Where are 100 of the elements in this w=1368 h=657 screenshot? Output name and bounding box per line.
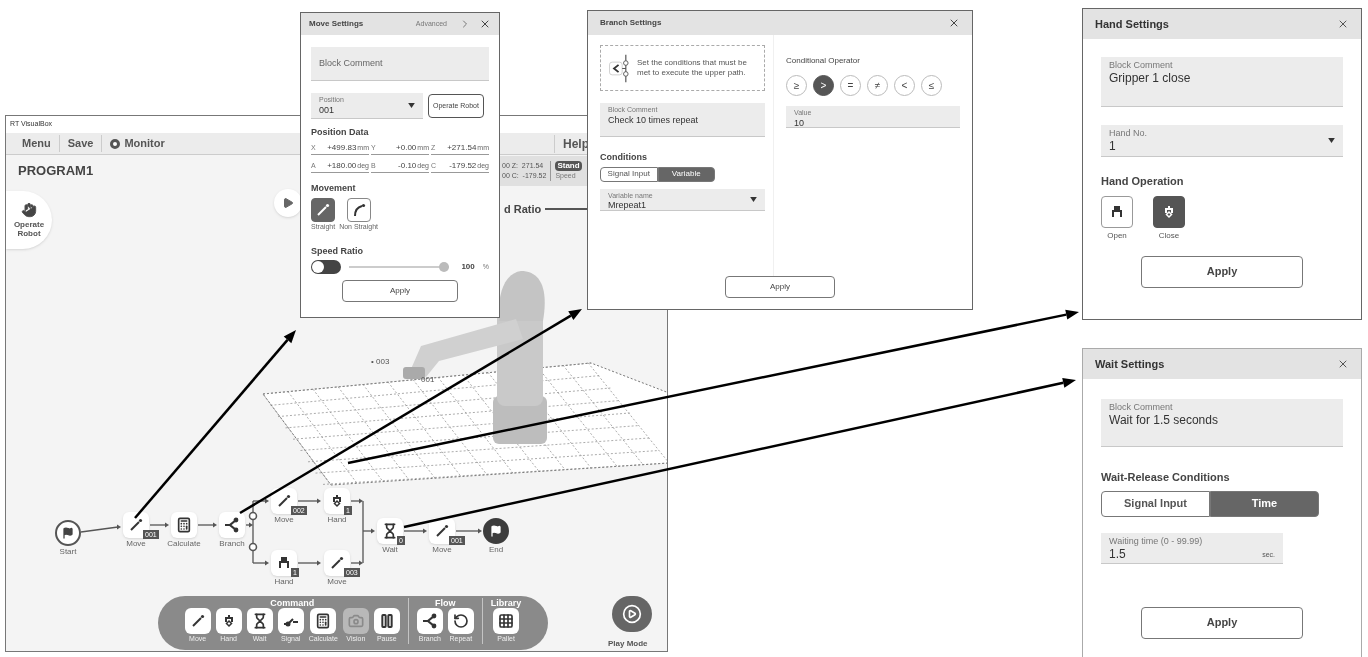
input-field[interactable]: Block Comment Wait for 1.5 seconds xyxy=(1101,399,1343,447)
branch-icon xyxy=(224,517,240,533)
section-title: Movement xyxy=(311,181,357,195)
start-node[interactable] xyxy=(55,520,81,546)
diagonal-arrow-icon xyxy=(329,555,345,571)
operator-option[interactable]: > xyxy=(813,75,834,96)
position-marker: • 003 xyxy=(371,356,390,368)
connector-arrow xyxy=(350,498,363,504)
field-value: 001 xyxy=(319,104,336,116)
program-block[interactable] xyxy=(219,512,245,538)
close-button[interactable] xyxy=(1337,18,1349,30)
play-icon xyxy=(282,197,294,209)
connector-arrow xyxy=(149,522,169,528)
field-label: Block Comment xyxy=(1109,60,1174,72)
program-block[interactable] xyxy=(171,512,197,538)
palette-group-title: Library xyxy=(490,598,522,608)
placeholder-text: Block Comment xyxy=(319,56,383,70)
dropdown-triangle-icon xyxy=(1328,138,1335,143)
hint-text: Set the conditions that must be met to execute the upper path. xyxy=(637,58,748,78)
field-value: Wait for 1.5 seconds xyxy=(1109,413,1219,429)
mode-badge: Stand xyxy=(555,161,582,171)
program-block[interactable] xyxy=(377,518,403,544)
operator-option[interactable]: ≤ xyxy=(921,75,942,96)
operator-option[interactable]: = xyxy=(840,75,861,96)
condition-tab[interactable]: Signal Input xyxy=(1101,490,1210,517)
connector-arrow xyxy=(350,560,363,566)
operator-option[interactable]: ≠ xyxy=(867,75,888,96)
connector-arrow xyxy=(197,522,217,528)
field-value: Gripper 1 close xyxy=(1109,71,1192,87)
menu-item[interactable]: Menu xyxy=(22,135,51,152)
grid-icon xyxy=(498,613,515,629)
connector-arrow xyxy=(455,528,482,534)
apply-button[interactable]: Apply xyxy=(725,276,835,298)
program-block[interactable] xyxy=(271,550,297,576)
block-comment-field[interactable]: Block Comment xyxy=(311,47,489,81)
play-icon xyxy=(622,604,642,624)
connector-arrow xyxy=(297,498,321,504)
section-title: Wait-Release Conditions xyxy=(1101,470,1231,485)
condition-tab[interactable]: Time xyxy=(1210,490,1319,517)
flag-icon xyxy=(62,527,74,539)
section-title: Conditions xyxy=(600,151,648,164)
close-icon xyxy=(948,17,960,29)
connector-arrow xyxy=(403,528,427,534)
diagonal-arrow-icon xyxy=(434,523,450,539)
program-block[interactable] xyxy=(324,488,350,514)
input-field[interactable]: Block Comment Gripper 1 close xyxy=(1101,57,1343,107)
play-mode-button[interactable] xyxy=(612,596,652,632)
hourglass-icon xyxy=(382,523,398,539)
repeat-icon xyxy=(452,613,469,629)
toggle-switch[interactable] xyxy=(311,260,341,274)
condition-tab[interactable]: Variable xyxy=(657,166,715,182)
apply-button[interactable]: Apply xyxy=(1141,255,1303,288)
input-field[interactable]: Hand No. 1 xyxy=(1101,125,1343,157)
connector-arrow xyxy=(297,560,321,566)
section-title: Hand Operation xyxy=(1101,174,1185,189)
flag-icon xyxy=(490,525,502,537)
field-label: Waiting time (0 - 99.99) xyxy=(1109,535,1204,547)
block-label: Move xyxy=(274,515,294,525)
field-value: 10 xyxy=(794,117,805,129)
block-label: Move xyxy=(327,577,347,587)
connector-arrow xyxy=(245,522,253,528)
operate-robot-button[interactable]: Operate Robot xyxy=(6,191,52,249)
branch-split-line xyxy=(248,500,258,564)
dropdown-triangle-icon xyxy=(750,196,757,202)
operator-option[interactable]: < xyxy=(894,75,915,96)
field-value: 1 xyxy=(1109,139,1117,155)
block-label: Branch xyxy=(219,539,245,549)
play-button[interactable] xyxy=(274,189,302,217)
merge-line xyxy=(362,500,364,564)
slider-reading: 100 xyxy=(461,261,475,273)
block-label: Wait xyxy=(382,545,398,555)
diagonal-arrow-icon xyxy=(276,493,292,509)
section-title: Speed Ratio xyxy=(311,244,364,258)
calculator-icon xyxy=(176,517,192,533)
calculator-icon xyxy=(315,613,332,629)
connector-arrow xyxy=(80,524,121,533)
close-button[interactable] xyxy=(948,17,960,29)
block-label: Calculate xyxy=(167,539,201,549)
connector-arrow xyxy=(252,560,269,566)
apply-button[interactable]: Apply xyxy=(342,280,458,302)
dropdown-triangle-icon xyxy=(408,103,415,108)
close-button[interactable] xyxy=(479,18,491,30)
end-node[interactable] xyxy=(483,518,509,544)
block-label: Hand xyxy=(327,515,347,525)
camera-icon xyxy=(347,613,364,629)
program-name: PROGRAM1 xyxy=(18,162,94,180)
block-label: End xyxy=(488,545,504,555)
menu-item[interactable]: Monitor xyxy=(124,135,165,152)
position-marker: 001 xyxy=(421,374,435,386)
section-title: Conditional Operator xyxy=(786,55,861,67)
slider-thumb[interactable] xyxy=(439,262,450,272)
operator-option[interactable]: ≥ xyxy=(786,75,807,96)
condition-tab[interactable]: Signal Input xyxy=(600,166,658,182)
apply-button[interactable]: Apply xyxy=(1141,606,1303,639)
dialog-title: Branch Settings xyxy=(600,17,662,29)
close-button[interactable] xyxy=(1337,358,1349,370)
field-value: Mrepeat1 xyxy=(608,200,648,212)
menu-item[interactable]: Save xyxy=(67,135,94,152)
slider[interactable] xyxy=(349,262,450,272)
dialog-title: Wait Settings xyxy=(1095,356,1165,372)
